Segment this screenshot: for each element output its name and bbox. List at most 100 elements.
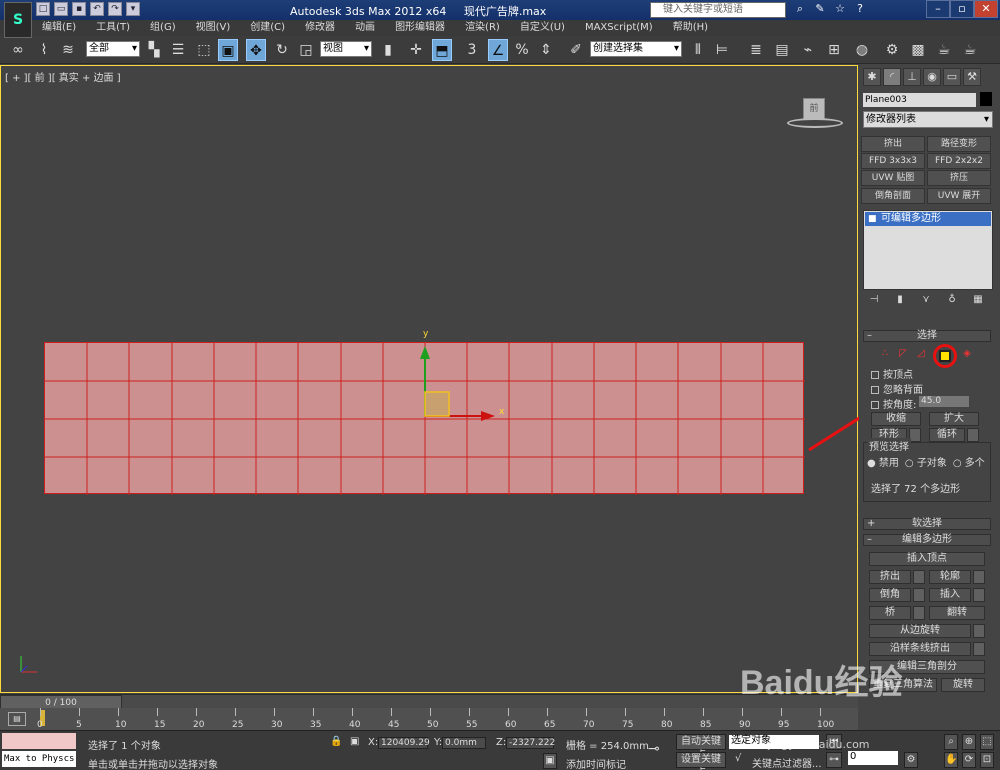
inset-button[interactable]: 插入 [929, 588, 971, 602]
spinner-snap-icon[interactable]: ⇕ [536, 39, 556, 61]
polygon-level-button[interactable] [933, 344, 957, 368]
stack-item-editable-poly[interactable]: 可编辑多边形 [865, 212, 991, 226]
new-file-icon[interactable]: □ [36, 2, 50, 16]
help-icon[interactable]: ? [853, 2, 867, 16]
window-crossing-icon[interactable]: ▣ [218, 39, 238, 61]
time-slider-thumb[interactable]: 0 / 100 [0, 695, 122, 709]
zoom-icon[interactable]: ⌕ [944, 734, 958, 750]
modifier-button-uvw-map[interactable]: UVW 贴图 [861, 170, 925, 186]
object-color-swatch[interactable] [980, 92, 992, 106]
turn-button[interactable]: 旋转 [941, 678, 985, 692]
render-teapot-icon[interactable]: ☕ [934, 39, 954, 61]
edge-level-icon[interactable]: ◸ [897, 348, 909, 360]
zoom-extents-icon[interactable]: ⬚ [980, 734, 994, 750]
modifier-button-unwrap-uvw[interactable]: UVW 展开 [927, 188, 991, 204]
selection-filter-dropdown[interactable]: 全部 [86, 41, 140, 57]
schematic-view-icon[interactable]: ⊞ [824, 39, 844, 61]
close-button[interactable]: ✕ [974, 0, 998, 18]
hinge-settings-button[interactable] [973, 624, 985, 638]
x-coordinate-field[interactable]: 120409.29 [378, 737, 430, 749]
selection-rollout-header[interactable]: – 选择 [863, 330, 991, 342]
open-file-icon[interactable]: ▭ [54, 2, 68, 16]
menu-animation[interactable]: 动画 [345, 20, 385, 36]
modifier-button-path-deform[interactable]: 路径变形 [927, 136, 991, 152]
maximize-button[interactable]: ▫ [950, 0, 974, 18]
viewcube-icon[interactable]: 前 [803, 98, 825, 120]
menu-help[interactable]: 帮助(H) [663, 20, 718, 36]
bridge-settings-button[interactable] [913, 606, 925, 620]
modifier-button-extrude[interactable]: 挤出 [861, 136, 925, 152]
menu-rendering[interactable]: 渲染(R) [455, 20, 510, 36]
current-frame-field[interactable]: 0 [848, 751, 898, 765]
create-tab-icon[interactable]: ✱ [863, 68, 881, 86]
modifier-button-squeeze[interactable]: 挤压 [927, 170, 991, 186]
scale-icon[interactable]: ◲ [296, 39, 316, 61]
pin-stack-icon[interactable]: ⊣ [867, 293, 881, 307]
time-config-icon[interactable]: ⚙ [904, 752, 918, 768]
soft-selection-rollout-header[interactable]: + 软选择 [863, 518, 991, 530]
mini-curve-editor-icon[interactable]: ▤ [8, 712, 26, 726]
edit-polygons-rollout-header[interactable]: – 编辑多边形 [863, 534, 991, 546]
viewcube-compass-ring[interactable] [787, 118, 843, 128]
rotate-icon[interactable]: ↻ [272, 39, 292, 61]
select-object-icon[interactable]: ▚ [144, 39, 164, 61]
render-frame-icon[interactable]: ▩ [908, 39, 928, 61]
grow-button[interactable]: 扩大 [929, 412, 979, 426]
z-coordinate-field[interactable]: -2327.222 [506, 737, 555, 749]
shrink-button[interactable]: 收缩 [871, 412, 921, 426]
absolute-mode-icon[interactable]: ▣ [350, 736, 359, 747]
maxscript-mini-listener[interactable]: Max to Physcs ( [2, 751, 76, 767]
undo-icon[interactable]: ↶ [90, 2, 104, 16]
graphite-toolbar-icon[interactable]: ▤ [772, 39, 792, 61]
modifier-button-ffd222[interactable]: FFD 2x2x2 [927, 153, 991, 169]
named-selection-dropdown[interactable]: 创建选择集 [590, 41, 682, 57]
lock-selection-icon[interactable]: 🔒 [330, 736, 342, 747]
layer-manager-icon[interactable]: ≣ [746, 39, 766, 61]
motion-tab-icon[interactable]: ◉ [923, 68, 941, 86]
minimize-button[interactable]: – [926, 0, 950, 18]
tools-icon[interactable]: ✎ [813, 2, 827, 16]
time-tag-icon[interactable]: ▣ [543, 753, 557, 769]
hierarchy-tab-icon[interactable]: ⊥ [903, 68, 921, 86]
menu-group[interactable]: 组(G) [140, 20, 186, 36]
display-tab-icon[interactable]: ▭ [943, 68, 961, 86]
configure-sets-icon[interactable]: ▦ [971, 293, 985, 307]
utilities-tab-icon[interactable]: ⚒ [963, 68, 981, 86]
unlink-icon[interactable]: ⌇ [34, 39, 54, 61]
maximize-viewport-icon[interactable]: ⊡ [980, 752, 994, 768]
outline-settings-button[interactable] [973, 570, 985, 584]
hinge-from-edge-button[interactable]: 从边旋转 [869, 624, 971, 638]
key-icon[interactable]: ⊸ [648, 741, 660, 757]
snap-toggle-icon[interactable]: 3 [462, 39, 482, 61]
vertex-level-icon[interactable]: ∴ [879, 348, 891, 360]
flip-button[interactable]: 翻转 [929, 606, 985, 620]
select-manipulate-icon[interactable]: ✛ [406, 39, 426, 61]
angle-spinner[interactable]: 45.0 [919, 396, 969, 407]
redo-icon[interactable]: ↷ [108, 2, 122, 16]
keyboard-shortcut-icon[interactable]: ⬒ [432, 39, 452, 61]
radio-subobject[interactable]: ○ 子对象 [905, 454, 947, 469]
pan-icon[interactable]: ✋ [944, 752, 958, 768]
bind-space-warp-icon[interactable]: ≋ [58, 39, 78, 61]
menu-maxscript[interactable]: MAXScript(M) [575, 20, 663, 36]
bevel-settings-button[interactable] [913, 588, 925, 602]
by-vertex-checkbox[interactable]: 按顶点 [871, 366, 913, 381]
project-folder-icon[interactable]: ▾ [126, 2, 140, 16]
front-viewport[interactable]: [ + ][ 前 ][ 真实 + 边面 ] 前 y x [0, 65, 859, 693]
menu-views[interactable]: 视图(V) [186, 20, 241, 36]
modifier-list-dropdown[interactable]: 修改器列表 [863, 111, 993, 128]
element-level-icon[interactable]: ◈ [961, 348, 973, 360]
extrude-spline-settings-button[interactable] [973, 642, 985, 656]
bevel-button[interactable]: 倒角 [869, 588, 911, 602]
viewport-label[interactable]: [ + ][ 前 ][ 真实 + 边面 ] [5, 69, 121, 84]
render-setup-icon[interactable]: ⚙ [882, 39, 902, 61]
set-key-button[interactable]: 设置关键点 [676, 752, 726, 770]
show-end-result-icon[interactable]: ▮ [893, 293, 907, 307]
extrude-along-spline-button[interactable]: 沿样条线挤出 [869, 642, 971, 656]
radio-multi[interactable]: ○ 多个 [953, 454, 985, 469]
zoom-all-icon[interactable]: ⊕ [962, 734, 976, 750]
auto-key-button[interactable]: 自动关键点 [676, 734, 726, 761]
loop-spinner[interactable] [967, 428, 979, 442]
plane-object[interactable] [44, 342, 805, 495]
ignore-backface-checkbox[interactable]: 忽略背面 [871, 381, 923, 396]
